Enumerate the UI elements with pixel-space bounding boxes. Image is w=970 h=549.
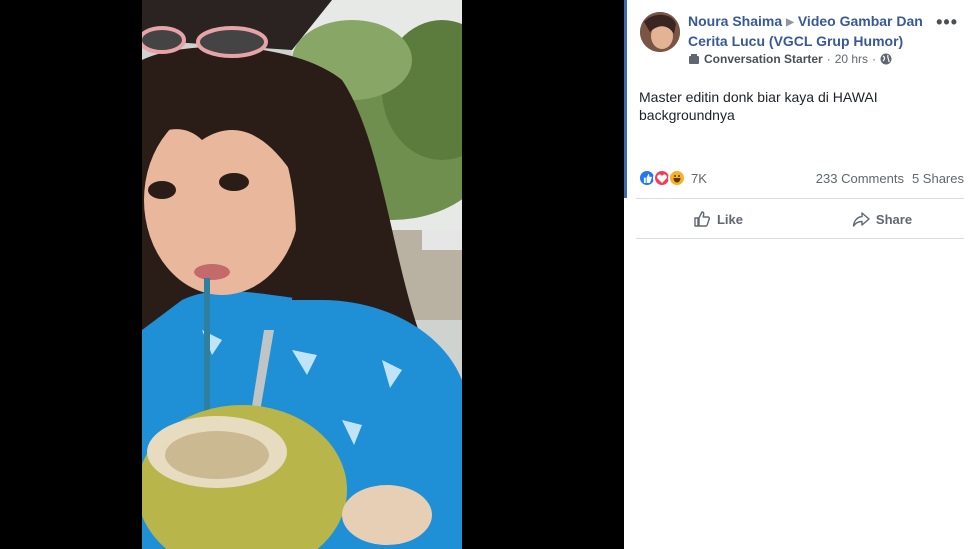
haha-reaction-icon [668, 169, 686, 187]
share-label: Share [875, 211, 913, 227]
thumbs-up-icon [694, 211, 711, 227]
engagement-counts: 233 Comments 5 Shares [816, 171, 964, 186]
post-sidebar: Noura Shaima ▶ Video Gambar Dan Cerita Luc… [624, 0, 970, 549]
selfie-photo [142, 0, 462, 549]
post-stats: 7K 233 Comments 5 Shares [638, 166, 964, 190]
like-button[interactable]: Like [636, 203, 800, 235]
reactions-summary[interactable]: 7K [638, 169, 707, 187]
avatar[interactable] [640, 12, 680, 52]
accent-bar [624, 0, 627, 198]
reaction-count[interactable]: 7K [691, 171, 707, 186]
divider [636, 198, 964, 199]
photo-viewer: Noura Shaima ▶ Video Gambar Dan Cerita Luc… [0, 0, 970, 549]
badge-icon [689, 54, 699, 64]
separator: · [872, 52, 877, 66]
avatar-image [640, 12, 680, 52]
comments-count[interactable]: 233 Comments [816, 171, 904, 186]
conversation-starter-badge: Conversation Starter [688, 52, 823, 66]
globe-icon[interactable] [880, 53, 892, 65]
post-title: Noura Shaima ▶ Video Gambar Dan Cerita Luc… [688, 12, 934, 51]
post-meta: Conversation Starter · 20 hrs · [688, 52, 892, 66]
author-name[interactable]: Noura Shaima [688, 13, 782, 29]
photo-pane[interactable] [0, 0, 624, 549]
arrow-right-icon: ▶ [786, 17, 794, 28]
post-time[interactable]: 20 hrs [835, 52, 868, 66]
post-photo[interactable] [142, 0, 462, 549]
shares-count[interactable]: 5 Shares [912, 171, 964, 186]
separator: · [826, 52, 831, 66]
post-header: Noura Shaima ▶ Video Gambar Dan Cerita Luc… [640, 12, 962, 72]
share-button[interactable]: Share [800, 203, 964, 235]
divider [636, 238, 964, 239]
post-text: Master editin donk biar kaya di HAWAI ba… [639, 89, 878, 123]
like-label: Like [716, 211, 743, 227]
badge-label: Conversation Starter [704, 52, 823, 66]
post-actions: Like Share [636, 203, 964, 235]
more-options-button[interactable]: ••• [936, 12, 958, 33]
share-arrow-icon [852, 212, 870, 227]
